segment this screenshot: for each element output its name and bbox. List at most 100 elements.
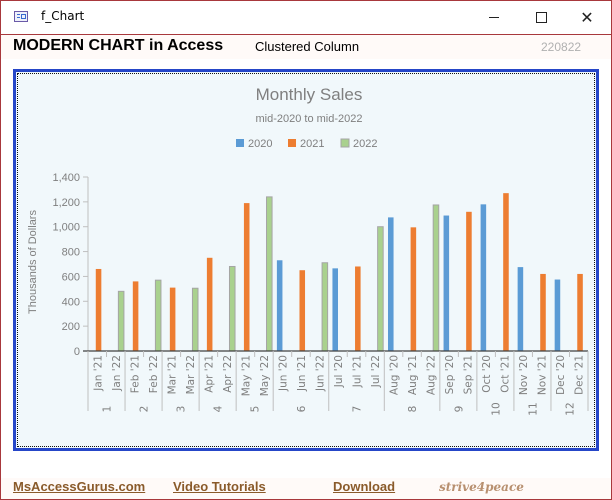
form-footer: MsAccessGurus.com Video Tutorials Downlo… <box>1 478 611 499</box>
bar-2021-Oct21 <box>503 193 509 351</box>
x-group-label: 4 <box>213 405 225 412</box>
bar-2022-May22 <box>266 196 273 352</box>
x-category-label: Dec '21 <box>574 355 586 395</box>
legend-swatch-2021 <box>288 139 296 147</box>
x-category-label: Sep '20 <box>444 355 456 394</box>
maximize-button[interactable] <box>518 1 564 34</box>
bar-2021-Dec21 <box>577 273 583 351</box>
bar-2022-Apr22 <box>228 265 236 352</box>
x-category-label: Feb '21 <box>129 355 141 393</box>
y-tick-label: 800 <box>62 247 80 259</box>
x-group-label: 11 <box>527 402 539 415</box>
x-category-label: Mar '22 <box>185 355 197 394</box>
x-group-label: 8 <box>407 406 419 413</box>
x-group-label: 12 <box>564 402 576 415</box>
bar-2021-Jun21 <box>299 270 306 351</box>
x-category-label: May '22 <box>259 355 271 396</box>
version-label: 220822 <box>541 40 582 54</box>
x-category-label: Mar '21 <box>166 355 178 394</box>
bar-2022-Mar22 <box>191 287 199 352</box>
x-group-label: 2 <box>139 406 151 413</box>
y-tick-label: 600 <box>62 271 80 283</box>
legend: 2020 2021 2022 <box>236 138 377 150</box>
chart-subtitle: mid-2020 to mid-2022 <box>255 113 362 125</box>
x-group-label: 6 <box>296 405 308 412</box>
minimize-icon <box>489 17 499 18</box>
bars <box>95 193 583 352</box>
bar-2022-Jul22 <box>377 226 384 352</box>
maximize-icon <box>535 12 547 23</box>
x-category-label: Jun '21 <box>296 355 308 392</box>
x-category-label: Sep '21 <box>463 355 475 394</box>
bar-2020-Oct20 <box>480 204 487 351</box>
x-category-label: Jul '22 <box>370 355 382 388</box>
bar-2021-May21 <box>243 203 250 351</box>
x-group-label: 10 <box>490 402 502 415</box>
video-tutorials-link[interactable]: Video Tutorials <box>173 479 266 494</box>
bar-2021-Aug21 <box>410 227 417 351</box>
x-category-label: Dec '20 <box>555 355 567 395</box>
bar-2020-Dec20 <box>554 279 561 351</box>
y-tick-label: 1,000 <box>52 222 80 234</box>
bar-2020-Aug20 <box>388 217 394 351</box>
chart-type-label: Clustered Column <box>255 39 360 54</box>
x-category-label: May '21 <box>240 355 252 396</box>
chart-svg: Monthly Sales mid-2020 to mid-2022 Thous… <box>27 85 589 416</box>
x-category-label: Aug '21 <box>407 355 419 395</box>
bar-2021-Mar21 <box>169 287 176 351</box>
tagline-logo: strive4peace <box>439 480 524 494</box>
chart-area[interactable]: Monthly Sales mid-2020 to mid-2022 Thous… <box>17 73 595 447</box>
x-category-label: Nov '21 <box>537 355 549 395</box>
legend-label-2020: 2020 <box>248 138 272 150</box>
window-title: f_Chart <box>41 9 85 23</box>
bar-2020-Jun20 <box>276 260 283 351</box>
x-group-label: 5 <box>250 406 262 413</box>
bar-2022-Jun22 <box>321 262 329 352</box>
x-category-label: Oct '20 <box>481 355 493 393</box>
bar-2020-Sep20 <box>443 215 450 351</box>
bar-2021-Sep21 <box>466 211 472 351</box>
y-tick-label: 0 <box>74 346 80 358</box>
close-button[interactable]: ✕ <box>564 1 610 34</box>
form-window: f_Chart ✕ MODERN CHART in Access Cluster… <box>0 0 612 500</box>
title-bar: f_Chart ✕ <box>1 1 611 35</box>
bar-2022-Jan22 <box>117 290 125 352</box>
x-category-label: Oct '21 <box>500 355 512 393</box>
x-category-label: Jan '22 <box>111 355 123 392</box>
y-axis-title: Thousands of Dollars <box>27 210 39 314</box>
bar-2021-Jan21 <box>95 268 102 351</box>
legend-label-2021: 2021 <box>300 138 324 150</box>
bar-2021-Feb21 <box>132 281 139 351</box>
y-tick-label: 1,400 <box>52 172 80 184</box>
form-title: MODERN CHART in Access <box>13 37 224 54</box>
bar-2022-Feb22 <box>154 279 162 352</box>
x-category-label: Jan '21 <box>92 355 104 392</box>
bar-2021-Nov21 <box>540 273 546 351</box>
chart-frame: Monthly Sales mid-2020 to mid-2022 Thous… <box>13 69 599 451</box>
x-group-label: 1 <box>102 406 114 413</box>
x-category-label: Jul '21 <box>352 355 364 388</box>
x-category-label: Apr '22 <box>222 355 234 393</box>
form-icon <box>14 11 28 22</box>
x-group-label: 7 <box>352 406 364 413</box>
legend-swatch-2022 <box>340 138 350 148</box>
legend-label-2022: 2022 <box>353 138 377 150</box>
x-category-label: Feb '22 <box>148 355 160 393</box>
bar-2021-Jul21 <box>355 266 361 351</box>
legend-swatch-2020 <box>236 139 244 147</box>
y-axis: 0 200 400 600 800 1,000 1,200 1,400 <box>52 172 89 358</box>
x-category-label: Jun '20 <box>277 355 289 392</box>
x-category-label: Aug '20 <box>389 355 401 395</box>
x-category-label: Apr '21 <box>203 355 215 393</box>
minimize-button[interactable] <box>471 1 517 34</box>
x-group-label: 3 <box>176 406 188 413</box>
close-icon: ✕ <box>580 8 594 27</box>
download-link[interactable]: Download <box>333 479 395 494</box>
bar-2022-Aug22 <box>432 204 440 352</box>
bar-2020-Nov20 <box>517 267 524 351</box>
bar-2021-Apr21 <box>206 257 213 351</box>
y-tick-label: 400 <box>62 296 80 308</box>
msaccessgurus-link[interactable]: MsAccessGurus.com <box>13 479 145 494</box>
x-category-label: Nov '20 <box>518 355 530 395</box>
x-category-label: Jul '20 <box>333 355 345 388</box>
